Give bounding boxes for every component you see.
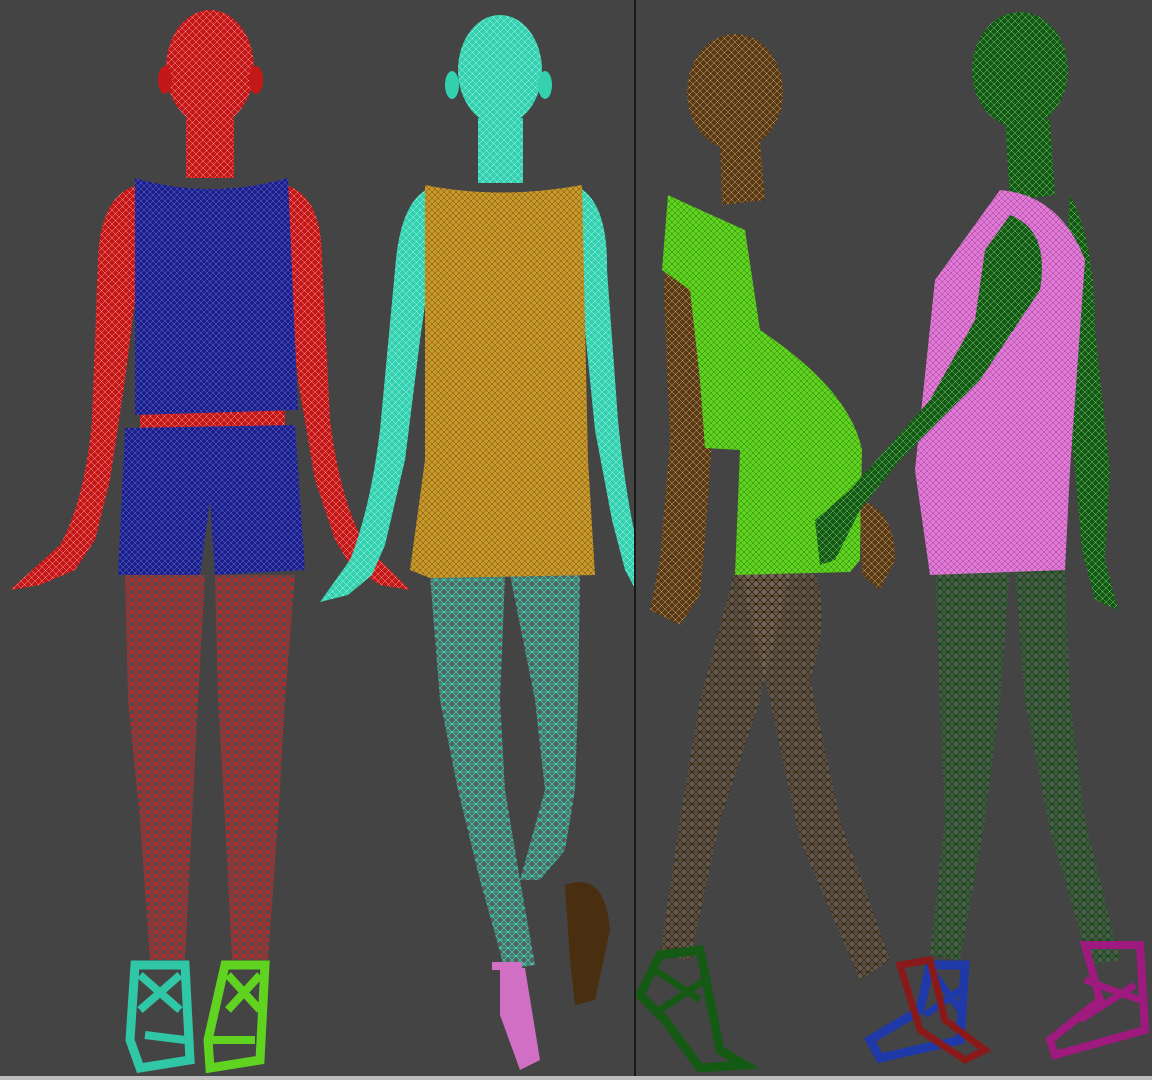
figure-teal-back (320, 15, 634, 1070)
viewport-bottom-border (0, 1076, 1152, 1080)
wireframe-render-left (10, 10, 634, 1074)
viewport-area (0, 0, 1152, 1080)
figure-brown-side (636, 34, 895, 1073)
viewport-right[interactable] (636, 0, 1152, 1080)
figure-red-front (10, 10, 410, 1074)
wireframe-render-right (636, 12, 1150, 1073)
viewport-left[interactable] (0, 0, 634, 1080)
